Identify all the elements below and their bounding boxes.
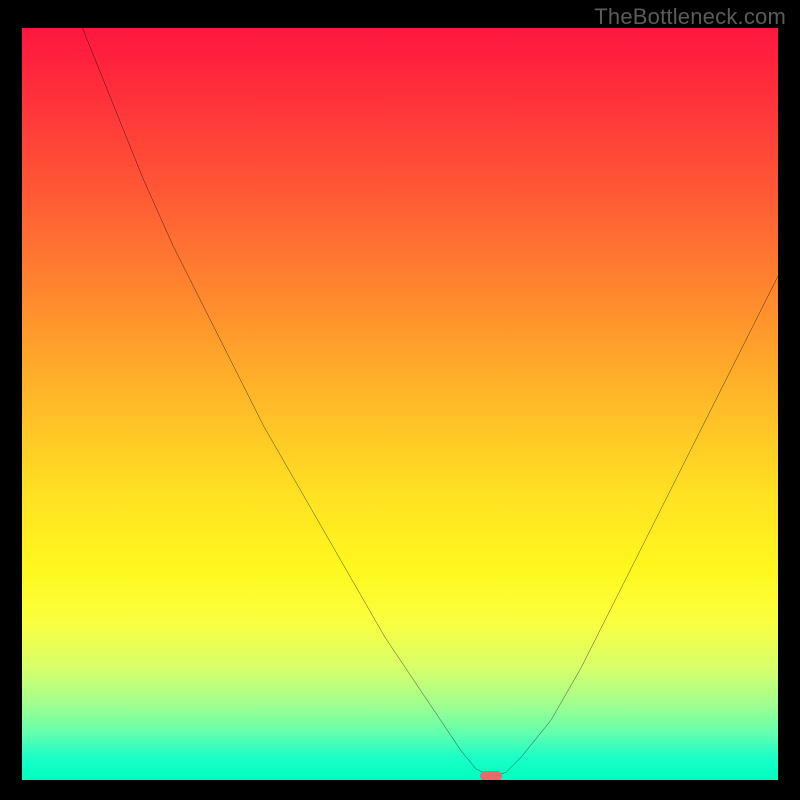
optimal-marker: [480, 771, 502, 780]
bottleneck-curve: [82, 28, 778, 776]
chart-container: TheBottleneck.com: [0, 0, 800, 800]
curve-svg: [22, 28, 778, 780]
attribution-text: TheBottleneck.com: [594, 4, 786, 30]
plot-area: [22, 28, 778, 780]
